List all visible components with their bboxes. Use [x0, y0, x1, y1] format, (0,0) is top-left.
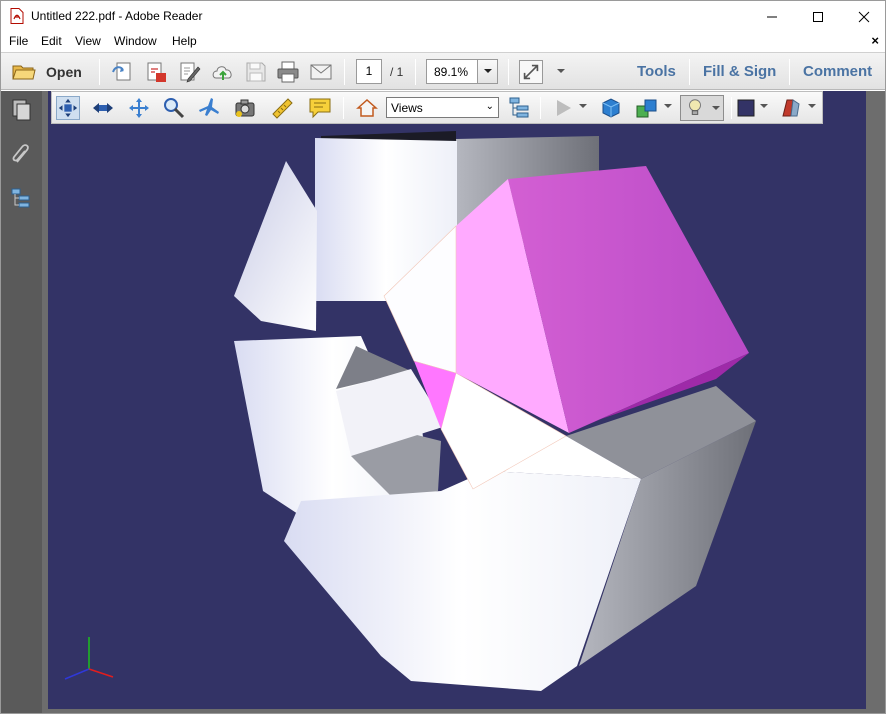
title-bar: Untitled 222.pdf - Adobe Reader	[1, 1, 885, 32]
spin-icon[interactable]	[91, 96, 115, 120]
edit-pdf-icon[interactable]	[178, 60, 202, 84]
lighting-icon	[689, 99, 701, 115]
email-icon[interactable]	[309, 60, 333, 84]
toolbar-divider	[731, 97, 732, 119]
background-color-dropdown-icon[interactable]	[760, 104, 768, 108]
toolbar-divider	[540, 97, 541, 119]
menu-bar: File Edit View Window Help ×	[1, 32, 885, 52]
rotate-icon[interactable]	[56, 96, 80, 120]
measure-icon[interactable]	[270, 96, 294, 120]
minimize-icon	[767, 16, 777, 17]
play-options-icon[interactable]	[579, 104, 587, 108]
render-mode-icon[interactable]	[635, 96, 659, 120]
model-tree-icon[interactable]	[9, 186, 33, 210]
fly-icon[interactable]	[197, 96, 221, 120]
toolbar-divider	[415, 59, 416, 85]
zoom-icon[interactable]	[162, 96, 186, 120]
page-number-input[interactable]: 1	[356, 59, 382, 84]
camera-icon[interactable]	[233, 96, 257, 120]
print-icon[interactable]	[276, 60, 300, 84]
toolbar-divider	[343, 97, 344, 119]
comment-pane-button[interactable]: Comment	[803, 63, 872, 80]
more-icon[interactable]	[557, 69, 565, 73]
projection-icon[interactable]	[599, 96, 623, 120]
chevron-down-icon: ⌄	[485, 101, 494, 112]
main-toolbar: Open 1 / 1 89.1% Tools Fill & Sign Comme…	[1, 52, 885, 90]
maximize-button[interactable]	[795, 1, 841, 32]
create-pdf-icon[interactable]	[111, 60, 135, 84]
model-tree-toggle-icon[interactable]	[507, 96, 531, 120]
zoom-value: 89.1%	[434, 65, 469, 79]
close-icon	[858, 11, 870, 22]
pan-icon[interactable]	[127, 96, 151, 120]
page-total: / 1	[390, 65, 404, 79]
close-button[interactable]	[841, 1, 886, 32]
menu-window[interactable]: Window	[114, 34, 157, 48]
minimize-button[interactable]	[749, 1, 795, 32]
toolbar-divider	[508, 59, 509, 85]
tools-pane-button[interactable]: Tools	[637, 63, 676, 80]
3d-toolbar: Views ⌄	[51, 91, 823, 124]
toolbar-divider	[789, 59, 790, 85]
navigation-pane	[1, 91, 42, 713]
cross-section-icon[interactable]	[779, 96, 803, 120]
play-icon[interactable]	[552, 96, 576, 120]
background-color-icon[interactable]	[734, 96, 758, 120]
render-mode-dropdown-icon[interactable]	[664, 104, 672, 108]
maximize-icon	[813, 11, 823, 22]
lighting-dropdown-icon	[712, 106, 720, 110]
open-folder-icon[interactable]	[12, 60, 36, 84]
pdf-file-icon	[10, 8, 24, 24]
toolbar-divider	[99, 59, 100, 85]
zoom-combobox[interactable]: 89.1%	[426, 59, 498, 84]
fill-sign-pane-button[interactable]: Fill & Sign	[703, 63, 776, 80]
home-view-icon[interactable]	[355, 96, 379, 120]
3d-model-canvas[interactable]	[48, 91, 866, 709]
close-document-button[interactable]: ×	[871, 33, 879, 48]
menu-file[interactable]: File	[9, 34, 28, 48]
pages-panel-icon[interactable]	[9, 98, 33, 122]
menu-help[interactable]: Help	[172, 34, 197, 48]
reader-window: Untitled 222.pdf - Adobe Reader File Edi…	[0, 0, 886, 714]
chevron-down-icon	[484, 69, 492, 73]
zoom-dropdown-button[interactable]	[477, 60, 497, 83]
views-dropdown[interactable]: Views ⌄	[386, 97, 499, 118]
comment3d-icon[interactable]	[308, 96, 332, 120]
save-icon[interactable]	[244, 60, 268, 84]
menu-edit[interactable]: Edit	[41, 34, 62, 48]
views-label: Views	[391, 101, 423, 115]
cross-section-dropdown-icon[interactable]	[808, 104, 816, 108]
toolbar-divider	[344, 59, 345, 85]
lighting-button[interactable]	[680, 95, 724, 121]
menu-view[interactable]: View	[75, 34, 101, 48]
axis-triad	[64, 637, 114, 680]
toolbar-divider	[689, 59, 690, 85]
upload-cloud-icon[interactable]	[211, 60, 235, 84]
window-title: Untitled 222.pdf - Adobe Reader	[31, 9, 203, 23]
export-pdf-icon[interactable]	[144, 60, 168, 84]
gear-model-render	[64, 131, 756, 691]
attachment-icon[interactable]	[9, 142, 33, 166]
open-button[interactable]: Open	[46, 64, 82, 80]
fit-page-icon[interactable]	[519, 60, 543, 84]
